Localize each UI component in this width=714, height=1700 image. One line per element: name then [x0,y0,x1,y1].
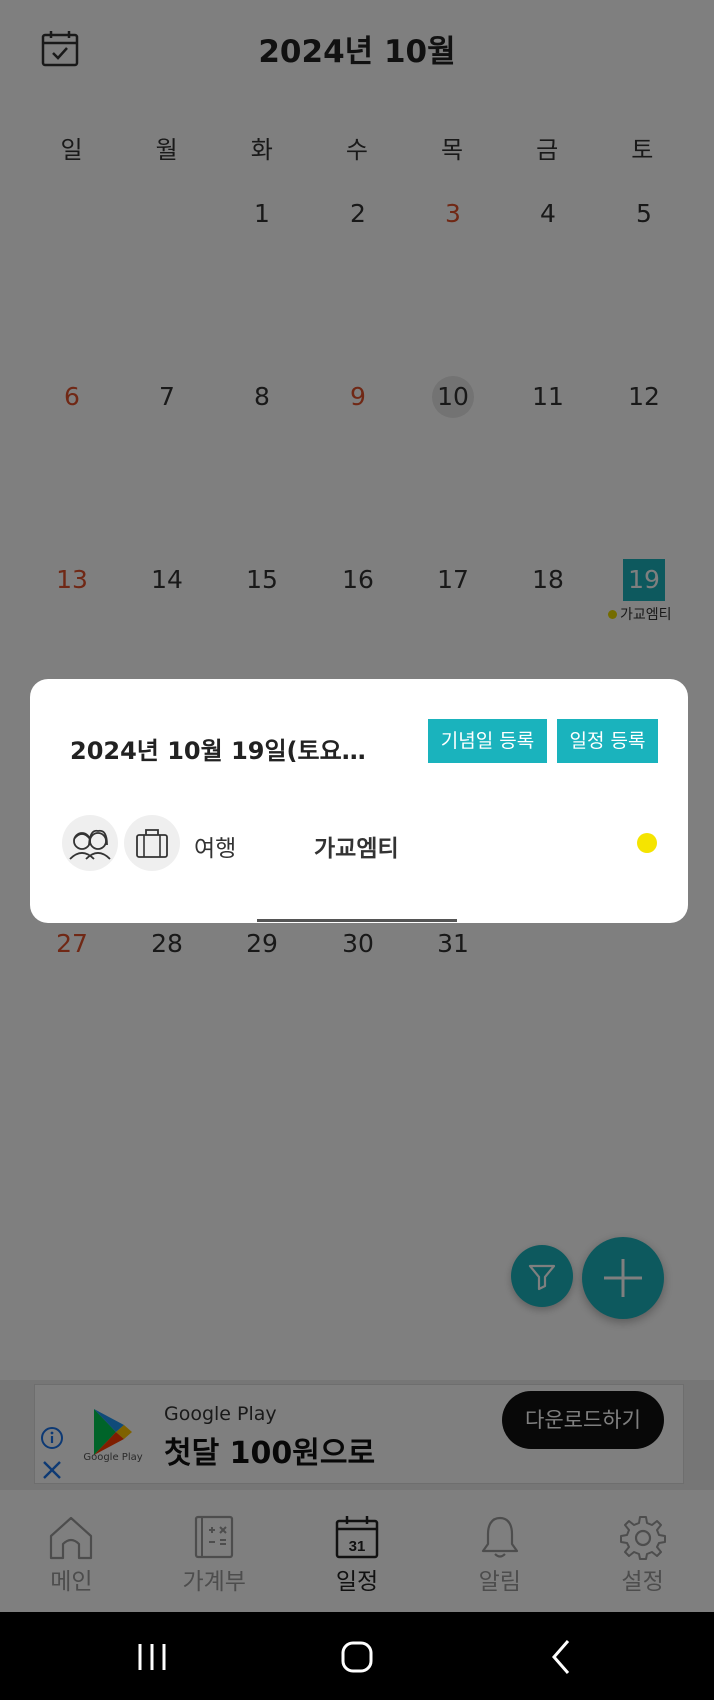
day-detail-dialog: 2024년 10월 19일(토요일) 기념일 등록 일정 등록 여행 가교엠티 [30,679,688,923]
add-schedule-dialog-button[interactable]: 일정 등록 [557,719,658,763]
couple-icon [62,815,118,871]
dialog-date-title: 2024년 10월 19일(토요일) [70,737,370,765]
home-nav-icon[interactable] [327,1632,387,1682]
event-title[interactable]: 가교엠티 [314,829,399,863]
back-icon[interactable] [532,1632,592,1682]
suitcase-icon [124,815,180,871]
dialog-scroll-indicator [257,919,457,922]
event-category[interactable]: 여행 [194,829,236,863]
add-anniversary-button[interactable]: 기념일 등록 [428,719,547,763]
event-color-dot [637,833,657,853]
recent-apps-icon[interactable] [122,1632,182,1682]
system-navigation-bar [0,1612,714,1700]
